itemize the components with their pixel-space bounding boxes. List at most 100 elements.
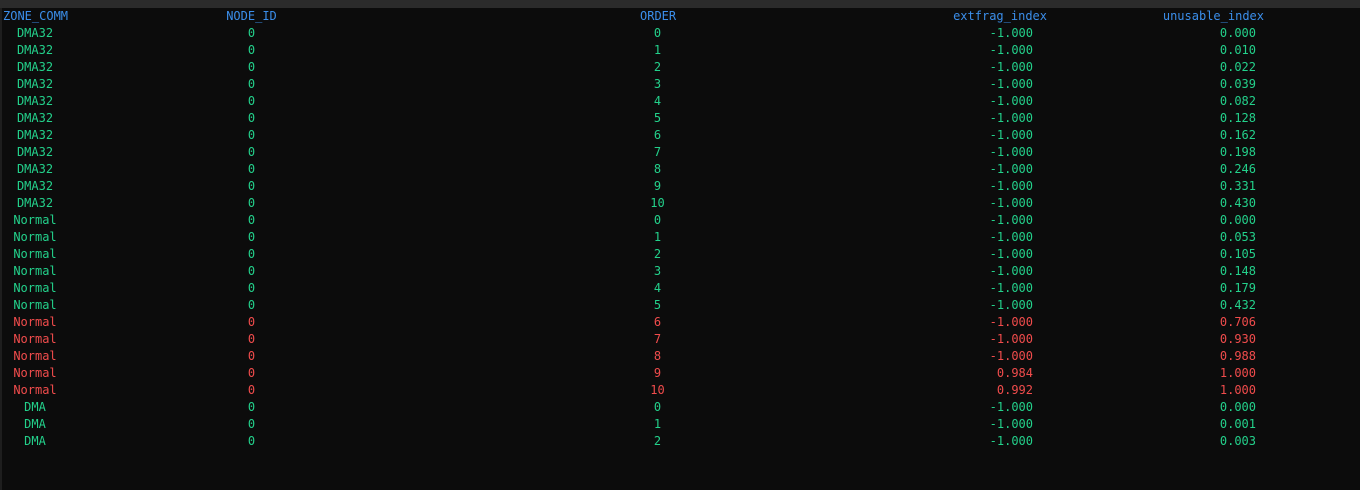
cell-unusable-index: 0.162: [1219, 128, 1256, 142]
cell-order: 9: [653, 179, 662, 193]
cell-node-id: 0: [247, 145, 256, 159]
cell-extfrag-index: -1.000: [989, 434, 1033, 448]
cell-extfrag-index: -1.000: [989, 213, 1033, 227]
cell-zone-comm: DMA32: [16, 60, 54, 74]
cell-order: 4: [653, 281, 662, 295]
cell-extfrag-index: -1.000: [989, 43, 1033, 57]
table-row: DMA32 0 4 -1.000 0.082: [0, 93, 1360, 110]
cell-unusable-index: 0.000: [1219, 213, 1256, 227]
cell-node-id: 0: [247, 366, 256, 380]
cell-unusable-index: 0.179: [1219, 281, 1256, 295]
cell-zone-comm: DMA32: [16, 162, 54, 176]
cell-unusable-index: 0.988: [1219, 349, 1256, 363]
cell-zone-comm: DMA32: [16, 26, 54, 40]
cell-zone-comm: DMA32: [16, 77, 54, 91]
cell-extfrag-index: -1.000: [989, 264, 1033, 278]
table-row: Normal 0 7 -1.000 0.930: [0, 331, 1360, 348]
cell-zone-comm: DMA32: [16, 128, 54, 142]
window-top-bar: [0, 0, 1360, 8]
header-extfrag-index: extfrag_index: [953, 9, 1047, 23]
cell-extfrag-index: -1.000: [989, 400, 1033, 414]
cell-node-id: 0: [247, 434, 256, 448]
cell-order: 3: [653, 77, 662, 91]
cell-extfrag-index: -1.000: [989, 145, 1033, 159]
cell-unusable-index: 1.000: [1219, 383, 1256, 397]
cell-extfrag-index: -1.000: [989, 77, 1033, 91]
header-zone-comm: ZONE_COMM: [3, 9, 69, 23]
table-row: DMA 0 1 -1.000 0.001: [0, 416, 1360, 433]
cell-order: 9: [653, 366, 662, 380]
cell-node-id: 0: [247, 315, 256, 329]
cell-order: 1: [653, 230, 662, 244]
cell-unusable-index: 0.000: [1219, 26, 1256, 40]
table-row: DMA32 0 2 -1.000 0.022: [0, 59, 1360, 76]
cell-unusable-index: 0.082: [1219, 94, 1256, 108]
cell-zone-comm: DMA: [24, 434, 46, 448]
cell-extfrag-index: -1.000: [989, 128, 1033, 142]
cell-extfrag-index: -1.000: [989, 247, 1033, 261]
table-row: DMA32 0 6 -1.000 0.162: [0, 127, 1360, 144]
cell-unusable-index: 0.003: [1219, 434, 1256, 448]
cell-order: 0: [653, 400, 662, 414]
cell-zone-comm: Normal: [13, 383, 57, 397]
cell-order: 10: [650, 383, 665, 397]
table-row: DMA32 0 1 -1.000 0.010: [0, 42, 1360, 59]
cell-unusable-index: 0.246: [1219, 162, 1256, 176]
table-row: Normal 0 3 -1.000 0.148: [0, 263, 1360, 280]
cell-node-id: 0: [247, 264, 256, 278]
cell-extfrag-index: -1.000: [989, 230, 1033, 244]
terminal-output[interactable]: ZONE_COMM NODE_ID ORDER extfrag_index un…: [0, 8, 1360, 450]
cell-order: 7: [653, 332, 662, 346]
table-row: DMA32 0 9 -1.000 0.331: [0, 178, 1360, 195]
cell-zone-comm: DMA32: [16, 145, 54, 159]
cell-node-id: 0: [247, 196, 256, 210]
cell-node-id: 0: [247, 400, 256, 414]
table-row: Normal 0 5 -1.000 0.432: [0, 297, 1360, 314]
cell-unusable-index: 0.432: [1219, 298, 1256, 312]
header-order: ORDER: [640, 9, 677, 23]
table-row: DMA32 0 10 -1.000 0.430: [0, 195, 1360, 212]
cell-extfrag-index: -1.000: [989, 162, 1033, 176]
table-row: DMA32 0 5 -1.000 0.128: [0, 110, 1360, 127]
cell-zone-comm: DMA: [24, 417, 46, 431]
cell-unusable-index: 0.148: [1219, 264, 1256, 278]
cell-zone-comm: Normal: [13, 264, 57, 278]
cell-zone-comm: DMA32: [16, 179, 54, 193]
cell-node-id: 0: [247, 230, 256, 244]
header-node-id: NODE_ID: [226, 9, 277, 23]
cell-node-id: 0: [247, 213, 256, 227]
cell-extfrag-index: -1.000: [989, 196, 1033, 210]
cell-zone-comm: DMA32: [16, 111, 54, 125]
cell-node-id: 0: [247, 417, 256, 431]
cell-node-id: 0: [247, 26, 256, 40]
cell-extfrag-index: -1.000: [989, 298, 1033, 312]
table-row: DMA 0 2 -1.000 0.003: [0, 433, 1360, 450]
cell-unusable-index: 0.053: [1219, 230, 1256, 244]
cell-order: 3: [653, 264, 662, 278]
cell-extfrag-index: -1.000: [989, 111, 1033, 125]
table-body: DMA32 0 0 -1.000 0.000 DMA32 0 1 -1.000 0.010 DMA3…: [0, 25, 1360, 450]
cell-unusable-index: 0.706: [1219, 315, 1256, 329]
cell-node-id: 0: [247, 94, 256, 108]
cell-zone-comm: DMA: [24, 400, 46, 414]
cell-zone-comm: DMA32: [16, 43, 54, 57]
table-row: Normal 0 1 -1.000 0.053: [0, 229, 1360, 246]
cell-node-id: 0: [247, 281, 256, 295]
cell-extfrag-index: -1.000: [989, 94, 1033, 108]
table-row: DMA32 0 8 -1.000 0.246: [0, 161, 1360, 178]
cell-unusable-index: 0.022: [1219, 60, 1256, 74]
cell-zone-comm: Normal: [13, 247, 57, 261]
table-row: DMA32 0 7 -1.000 0.198: [0, 144, 1360, 161]
cell-order: 1: [653, 417, 662, 431]
cell-node-id: 0: [247, 128, 256, 142]
table-row: DMA 0 0 -1.000 0.000: [0, 399, 1360, 416]
cell-order: 5: [653, 298, 662, 312]
cell-order: 5: [653, 111, 662, 125]
cell-zone-comm: Normal: [13, 349, 57, 363]
cell-node-id: 0: [247, 179, 256, 193]
cell-order: 6: [653, 315, 662, 329]
table-row: Normal 0 10 0.992 1.000: [0, 382, 1360, 399]
table-row: Normal 0 2 -1.000 0.105: [0, 246, 1360, 263]
cell-node-id: 0: [247, 383, 256, 397]
table-row: Normal 0 4 -1.000 0.179: [0, 280, 1360, 297]
